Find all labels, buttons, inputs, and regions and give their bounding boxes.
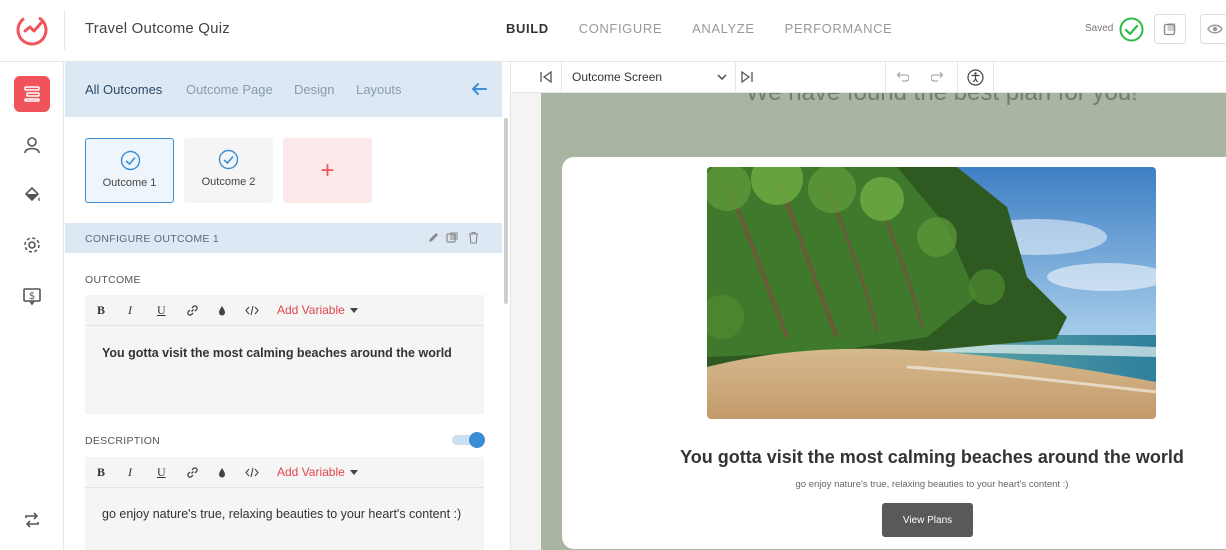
left-rail: $: [0, 62, 64, 550]
sync-icon: [25, 512, 39, 528]
outcomes-icon: [24, 86, 40, 102]
check-circle-icon: [120, 150, 141, 171]
outcome-card-2[interactable]: Outcome 2: [184, 138, 273, 203]
add-variable-button[interactable]: Add Variable: [277, 465, 345, 479]
money-report-icon: $: [23, 288, 41, 306]
tab-analyze[interactable]: ANALYZE: [692, 21, 754, 36]
back-arrow-icon[interactable]: [468, 78, 490, 100]
saved-status: Saved: [1085, 23, 1114, 34]
bold-button[interactable]: B: [97, 465, 105, 480]
rail-outcomes[interactable]: [14, 76, 50, 112]
view-plans-button[interactable]: View Plans: [882, 503, 973, 537]
outcome-label: OUTCOME: [85, 274, 141, 286]
outcome-preview: We have found the best plan for you!: [541, 93, 1226, 550]
preview-outcome-title: You gotta visit the most calming beaches…: [680, 447, 1184, 467]
configure-outcome-bar: CONFIGURE OUTCOME 1: [65, 223, 502, 253]
toolbar-divider: [885, 62, 886, 93]
configure-outcome-title: CONFIGURE OUTCOME 1: [85, 233, 220, 245]
outcome-toolbar: B I U Add Variable: [85, 295, 484, 326]
first-screen-icon[interactable]: [539, 70, 553, 84]
outcome-card-preview: You gotta visit the most calming beaches…: [562, 157, 1226, 549]
toolbar-divider: [957, 62, 958, 93]
pencil-icon[interactable]: [427, 231, 440, 244]
subtab-outcome-page[interactable]: Outcome Page: [186, 82, 273, 97]
saved-check-icon: [1119, 17, 1144, 42]
last-screen-icon[interactable]: [740, 70, 754, 84]
color-drop-icon[interactable]: [216, 304, 228, 317]
gear-icon: [24, 237, 40, 253]
panel-subtabs: All Outcomes Outcome Page Design Layouts: [65, 62, 502, 117]
subtab-design[interactable]: Design: [294, 82, 334, 97]
outcome-editor[interactable]: You gotta visit the most calming beaches…: [85, 326, 484, 414]
copy-icon: [1163, 23, 1176, 36]
redo-icon[interactable]: [931, 70, 945, 84]
top-bar: Travel Outcome Quiz BUILD CONFIGURE ANAL…: [0, 0, 1226, 62]
description-text[interactable]: go enjoy nature's true, relaxing beautie…: [102, 505, 462, 523]
canvas-toolbar: Outcome Screen: [511, 62, 1226, 93]
link-icon[interactable]: [186, 304, 199, 317]
undo-icon[interactable]: [895, 70, 909, 84]
user-icon: [24, 137, 40, 154]
panel-scrollbar[interactable]: [504, 118, 508, 304]
outcome-card-1[interactable]: Outcome 1: [85, 138, 174, 203]
underline-button[interactable]: U: [157, 465, 166, 480]
code-icon[interactable]: [245, 466, 259, 479]
preview-button[interactable]: [1200, 14, 1226, 44]
color-drop-icon[interactable]: [216, 466, 228, 479]
app-title: Travel Outcome Quiz: [85, 20, 230, 37]
add-variable-button[interactable]: Add Variable: [277, 303, 345, 317]
top-divider: [64, 10, 65, 50]
caret-down-icon: [350, 308, 358, 313]
chevron-down-icon: [717, 74, 727, 80]
logo-icon[interactable]: [14, 11, 50, 47]
main-nav: BUILD CONFIGURE ANALYZE PERFORMANCE: [506, 21, 922, 36]
italic-button[interactable]: I: [128, 465, 132, 480]
add-outcome-button[interactable]: +: [283, 138, 372, 203]
tab-performance[interactable]: PERFORMANCE: [785, 21, 893, 36]
description-toolbar: B I U Add Variable: [85, 457, 484, 488]
trash-icon[interactable]: [467, 231, 480, 244]
underline-button[interactable]: U: [157, 303, 166, 318]
code-icon[interactable]: [245, 304, 259, 317]
caret-down-icon: [350, 470, 358, 475]
rail-settings[interactable]: [14, 227, 50, 263]
tab-configure[interactable]: CONFIGURE: [579, 21, 662, 36]
rail-sync[interactable]: [14, 502, 50, 538]
screen-select[interactable]: Outcome Screen: [561, 62, 736, 93]
outcome-card-label: Outcome 1: [102, 177, 157, 189]
copy-icon[interactable]: [446, 231, 459, 244]
rail-design[interactable]: [14, 177, 50, 213]
screen-select-value: Outcome Screen: [572, 70, 663, 84]
svg-text:$: $: [29, 291, 35, 302]
description-editor[interactable]: go enjoy nature's true, relaxing beautie…: [85, 488, 484, 550]
preview-canvas: Outcome Screen We have found the best pl…: [510, 62, 1226, 550]
subtab-all-outcomes[interactable]: All Outcomes: [85, 82, 162, 97]
beach-image: [707, 167, 1156, 419]
duplicate-button[interactable]: [1154, 14, 1186, 44]
paint-bucket-icon: [24, 186, 40, 202]
description-label: DESCRIPTION: [85, 435, 161, 447]
outcome-card-label: Outcome 2: [201, 176, 256, 188]
eye-icon: [1207, 24, 1223, 34]
outcome-text[interactable]: You gotta visit the most calming beaches…: [102, 344, 462, 362]
italic-button[interactable]: I: [128, 303, 132, 318]
tab-build[interactable]: BUILD: [506, 21, 549, 36]
rail-users[interactable]: [14, 127, 50, 163]
link-icon[interactable]: [186, 466, 199, 479]
subtab-layouts[interactable]: Layouts: [356, 82, 402, 97]
check-circle-icon: [218, 149, 239, 170]
toolbar-divider: [993, 62, 994, 93]
preview-heading: We have found the best plan for you!: [746, 93, 1138, 107]
preview-outcome-description: go enjoy nature's true, relaxing beautie…: [795, 479, 1069, 490]
bold-button[interactable]: B: [97, 303, 105, 318]
description-toggle[interactable]: [452, 432, 486, 448]
accessibility-icon[interactable]: [967, 69, 984, 86]
rail-monetize[interactable]: $: [14, 278, 50, 314]
outcomes-panel: All Outcomes Outcome Page Design Layouts…: [65, 62, 502, 550]
